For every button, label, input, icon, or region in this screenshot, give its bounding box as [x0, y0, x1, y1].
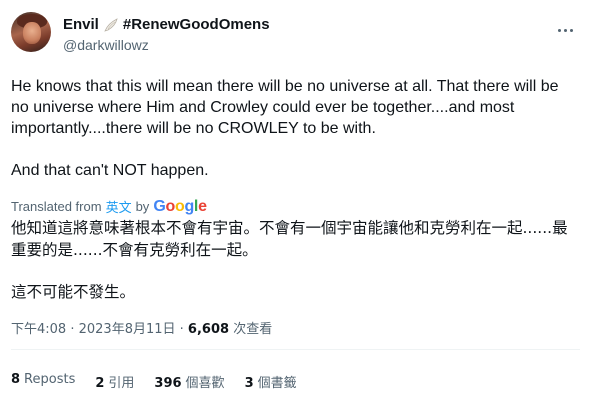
- translated-text: 他知道這將意味著根本不會有宇宙。不會有一個宇宙能讓他和克勞利在一起......最…: [11, 217, 579, 303]
- display-name[interactable]: Envil: [63, 16, 99, 33]
- translated-from-label: Translated from: [11, 199, 102, 214]
- translated-by-label: by: [135, 199, 150, 214]
- bookmarks-count: 3: [244, 376, 254, 391]
- translated-paragraph-1: 他知道這將意味著根本不會有宇宙。不會有一個宇宙能讓他和克勞利在一起......最…: [11, 219, 568, 259]
- name-row: Envil #RenewGoodOmens: [63, 16, 270, 33]
- likes-label: 個喜歡: [185, 376, 225, 391]
- source-language-link[interactable]: 英文: [106, 197, 132, 216]
- tweet-time[interactable]: 下午4:08: [11, 322, 66, 337]
- bookmarks-stat[interactable]: 3 個書籤: [245, 372, 297, 391]
- avatar-face: [23, 22, 41, 44]
- views-label: 次查看: [233, 322, 273, 337]
- divider: [11, 349, 580, 350]
- quotes-stat[interactable]: 2 引用: [95, 372, 134, 391]
- likes-stat[interactable]: 396 個喜歡: [154, 372, 224, 391]
- reposts-stat[interactable]: 8 Reposts: [11, 372, 75, 391]
- meta-separator-2: ·: [175, 322, 188, 337]
- likes-count: 396: [154, 376, 182, 391]
- wing-icon: [103, 17, 119, 33]
- tweet-paragraph-1: He knows that this will mean there will …: [11, 78, 559, 137]
- tweet-meta: 下午4:08 · 2023年8月11日 · 6,608 次查看: [11, 318, 272, 337]
- tweet-date[interactable]: 2023年8月11日: [79, 322, 176, 337]
- tweet-paragraph-2: And that can't NOT happen.: [11, 162, 209, 179]
- avatar[interactable]: [11, 12, 51, 52]
- reposts-count: 8: [11, 372, 21, 387]
- tweet-header: Envil #RenewGoodOmens @darkwillowz: [11, 12, 579, 60]
- display-name-hashtag[interactable]: #RenewGoodOmens: [123, 16, 270, 33]
- meta-separator: ·: [66, 322, 79, 337]
- tweet-text: He knows that this will mean there will …: [11, 76, 579, 181]
- bookmarks-label: 個書籤: [257, 376, 297, 391]
- user-handle[interactable]: @darkwillowz: [63, 37, 149, 53]
- translated-paragraph-2: 這不可能不發生。: [11, 283, 136, 301]
- engagement-stats: 8 Reposts 2 引用 396 個喜歡 3 個書籤: [11, 372, 297, 391]
- quotes-label: 引用: [108, 376, 135, 391]
- translation-attribution: Translated from 英文 by Google: [11, 197, 207, 216]
- google-logo: Google: [153, 197, 207, 215]
- reposts-label: Reposts: [24, 372, 76, 387]
- quotes-count: 2: [95, 376, 105, 391]
- views-count: 6,608: [187, 322, 230, 337]
- more-icon[interactable]: [555, 20, 575, 40]
